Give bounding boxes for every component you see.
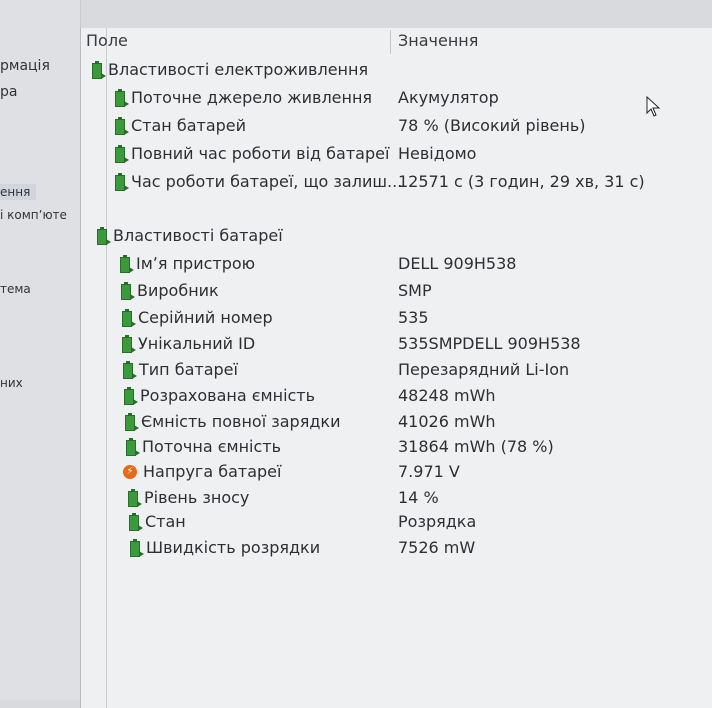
row-label: Стан [145, 512, 186, 531]
row-label: Повний час роботи від батареї [131, 144, 390, 163]
table-row[interactable]: Імʼя пристрою DELL 909H538 [0, 254, 712, 276]
row-label: Напруга батареї [143, 462, 282, 481]
section-title: Властивості електроживлення [108, 60, 369, 79]
battery-icon [120, 309, 136, 327]
row-value: 7.971 V [398, 462, 460, 481]
battery-icon [113, 89, 129, 107]
table-row[interactable]: Повний час роботи від батареї Невідомо [0, 144, 712, 166]
row-label: Поточне джерело живлення [131, 88, 373, 107]
battery-icon [126, 489, 142, 507]
row-value: 31864 mWh (78 %) [398, 437, 554, 456]
row-value: 14 % [398, 488, 439, 507]
row-label: Стан батарей [131, 116, 247, 135]
row-label: Швидкість розрядки [146, 538, 321, 557]
battery-icon [122, 387, 138, 405]
battery-icon [113, 173, 129, 191]
voltage-icon: ⚡ [123, 465, 137, 481]
row-value: 535SMPDELL 909H538 [398, 334, 581, 353]
battery-icon [127, 513, 143, 531]
row-value: 48248 mWh [398, 386, 496, 405]
battery-icon [121, 361, 137, 379]
table-row[interactable]: Стан Розрядка [0, 512, 712, 534]
battery-icon [113, 117, 129, 135]
battery-icon [118, 255, 134, 273]
row-label: Серійний номер [138, 308, 273, 327]
section-title: Властивості батареї [113, 226, 283, 245]
row-label: Тип батареї [139, 360, 238, 379]
battery-icon [113, 145, 129, 163]
table-row[interactable]: Унікальний ID 535SMPDELL 909H538 [0, 334, 712, 356]
row-value: DELL 909H538 [398, 254, 517, 273]
table-row[interactable]: Тип батареї Перезарядний Li-Ion [0, 360, 712, 382]
column-header-field[interactable]: Поле [86, 31, 128, 50]
row-label: Ємність повної зарядки [141, 412, 341, 431]
table-row[interactable]: Серійний номер 535 [0, 308, 712, 330]
section-power-properties[interactable]: Властивості електроживлення [0, 60, 712, 82]
table-row[interactable]: Час роботи батареї, що залиш... 12571 с … [0, 172, 712, 194]
row-value: 78 % (Високий рівень) [398, 116, 586, 135]
battery-icon [128, 539, 144, 557]
row-value: 535 [398, 308, 429, 327]
battery-icon [90, 61, 106, 79]
table-row[interactable]: Стан батарей 78 % (Високий рівень) [0, 116, 712, 138]
battery-icon [120, 335, 136, 353]
sidebar-item-computer[interactable]: і компʼюте [0, 208, 67, 222]
row-value: 12571 с (3 годин, 29 хв, 31 с) [398, 172, 645, 191]
table-row[interactable]: ⚡ Напруга батареї 7.971 V [0, 462, 712, 484]
row-label: Розрахована ємність [140, 386, 316, 405]
table-row[interactable]: Швидкість розрядки 7526 mW [0, 538, 712, 560]
row-label: Час роботи батареї, що залиш... [131, 172, 403, 191]
battery-icon [119, 282, 135, 300]
table-row[interactable]: Рівень зносу 14 % [0, 488, 712, 510]
row-value: Розрядка [398, 512, 477, 531]
table-row[interactable]: Розрахована ємність 48248 mWh [0, 386, 712, 408]
row-label: Рівень зносу [144, 488, 250, 507]
table-row[interactable]: Ємність повної зарядки 41026 mWh [0, 412, 712, 434]
row-label: Унікальний ID [138, 334, 256, 353]
row-value: Перезарядний Li-Ion [398, 360, 570, 379]
row-value: Невідомо [398, 144, 477, 163]
row-value: SMP [398, 281, 432, 300]
battery-icon [95, 227, 111, 245]
column-header-divider[interactable] [390, 30, 391, 54]
row-value: Акумулятор [398, 88, 499, 107]
column-header-value[interactable]: Значення [398, 31, 478, 50]
row-label: Виробник [137, 281, 219, 300]
table-row[interactable]: Виробник SMP [0, 281, 712, 303]
row-label: Поточна ємність [142, 437, 282, 456]
battery-icon [123, 413, 139, 431]
row-value: 41026 mWh [398, 412, 496, 431]
section-battery-properties[interactable]: Властивості батареї [0, 226, 712, 248]
table-row[interactable]: Поточне джерело живлення Акумулятор [0, 88, 712, 110]
mouse-cursor-icon [646, 96, 661, 117]
table-row[interactable]: Поточна ємність 31864 mWh (78 %) [0, 437, 712, 459]
row-value: 7526 mW [398, 538, 476, 557]
row-label: Імʼя пристрою [136, 254, 256, 273]
battery-icon [124, 438, 140, 456]
